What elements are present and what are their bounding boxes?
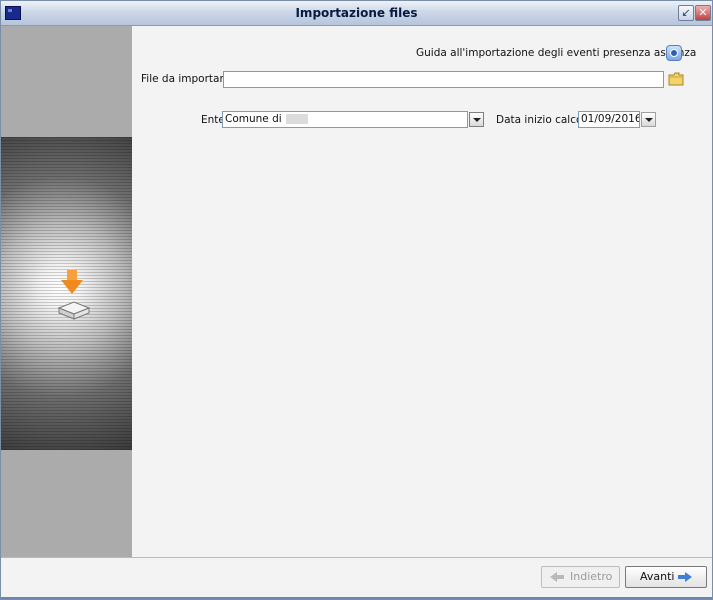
wizard-sidebar [1,26,132,557]
ente-selected-value: Comune di [225,113,282,125]
redacted-name [285,114,308,124]
back-button-label: Indietro [570,570,613,583]
wizard-footer: Indietro Avanti [1,557,712,599]
data-inizio-input[interactable]: 01/09/2016 [578,111,640,128]
next-button[interactable]: Avanti [625,566,707,588]
minimize-icon: ↙ [681,6,691,19]
arrow-right-icon [685,572,692,582]
ente-select[interactable]: Comune di [222,111,468,128]
back-button[interactable]: Indietro [541,566,620,588]
title-bar[interactable]: Importazione files ↙ ✕ [1,1,712,26]
import-files-window: Importazione files ↙ ✕ Guida all'importa… [0,0,713,600]
close-button[interactable]: ✕ [695,5,711,21]
minimize-button[interactable]: ↙ [678,5,694,21]
date-picker-button[interactable] [641,112,656,127]
arrow-left-icon [550,572,557,582]
folder-icon[interactable] [668,72,684,86]
help-label[interactable]: Guida all'importazione degli eventi pres… [416,47,696,59]
help-icon[interactable] [666,45,682,61]
file-import-input[interactable] [223,71,664,88]
next-button-label: Avanti [640,570,675,583]
close-icon: ✕ [698,6,708,19]
wizard-content: Guida all'importazione degli eventi pres… [132,26,712,557]
arrow-left-stem [557,575,564,579]
import-tray-icon [57,301,91,320]
window-title: Importazione files [295,6,418,20]
ente-dropdown-button[interactable] [469,112,484,127]
arrow-right-stem [678,575,685,579]
file-import-label: File da importare [141,73,230,85]
import-arrow-icon [61,280,83,294]
